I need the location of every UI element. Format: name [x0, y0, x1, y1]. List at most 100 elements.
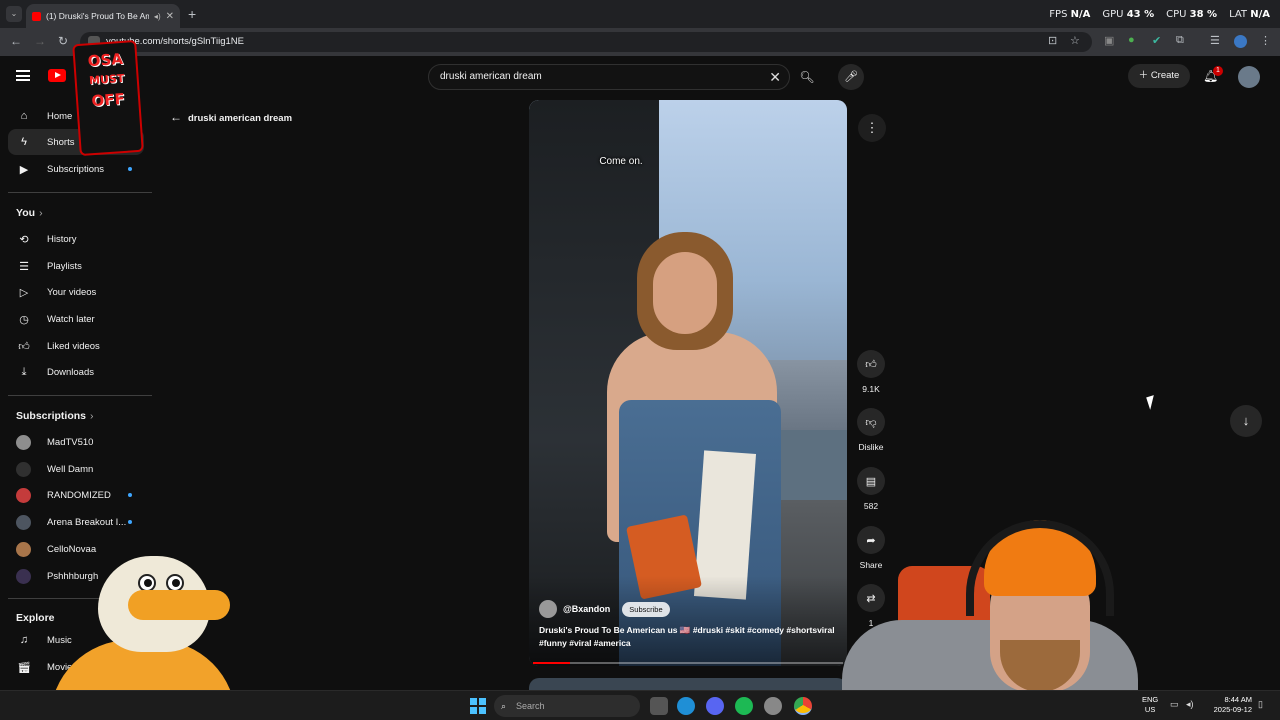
- sidebar-item-downloads[interactable]: ⤓ Downloads: [8, 359, 144, 385]
- search-input[interactable]: druski american dream ✕: [428, 64, 790, 90]
- next-video-button[interactable]: ↓: [1230, 405, 1262, 437]
- sidebar-item-liked-videos[interactable]: 👍︎ Liked videos: [8, 333, 144, 359]
- duck-pupil-left: [144, 579, 152, 587]
- search-button[interactable]: 🔍︎: [790, 64, 824, 90]
- extensions-puzzle-icon[interactable]: ⧉: [1176, 34, 1184, 47]
- media-controls-icon[interactable]: ☰: [1210, 34, 1220, 47]
- video-gradient: [529, 576, 847, 666]
- channel-handle[interactable]: @Bxandon: [563, 604, 610, 614]
- subscribe-button[interactable]: Subscribe: [622, 601, 670, 617]
- channel-avatar: [16, 514, 31, 530]
- more-options-button[interactable]: ⋮: [858, 114, 886, 142]
- channel-name: Arena Breakout I...: [47, 516, 127, 528]
- back-arrow-icon[interactable]: ←: [10, 34, 22, 48]
- browser-tab-active[interactable]: (1) Druski's Proud To Be Am ◂) ✕: [26, 4, 180, 28]
- sidebar-channel-madtv510[interactable]: MadTV510: [8, 429, 144, 455]
- bookmark-star-icon[interactable]: ☆: [1070, 34, 1080, 47]
- dislike-button[interactable]: 👎︎ Dislike: [855, 408, 887, 452]
- system-clock[interactable]: 8:44 AM 2025-09-12: [1208, 695, 1252, 715]
- subscriptions-heading[interactable]: Subscriptions ›: [16, 410, 94, 422]
- network-icon[interactable]: ▭: [1170, 699, 1179, 710]
- channel-name: CelloNovaa: [47, 543, 97, 555]
- audio-icon[interactable]: ◂): [154, 12, 161, 21]
- account-avatar[interactable]: [1238, 66, 1260, 88]
- reload-icon[interactable]: ↻: [58, 34, 68, 48]
- share-button[interactable]: ➦ Share: [855, 526, 887, 570]
- sidebar-item-label: Music: [47, 634, 72, 646]
- downloads-icon: ⤓: [21, 365, 27, 378]
- chrome-icon[interactable]: [794, 697, 812, 715]
- sidebar-item-label: Your videos: [47, 286, 97, 298]
- windows-start-icon[interactable]: [470, 698, 486, 714]
- comment-icon: ▤: [857, 467, 885, 495]
- chevron-right-icon: ›: [90, 410, 94, 422]
- channel-avatar: [16, 568, 31, 584]
- tab-search-button[interactable]: ⌄: [6, 6, 22, 22]
- sidebar-item-label: Liked videos: [47, 340, 100, 352]
- channel-name: Well Damn: [47, 463, 94, 475]
- steam-icon[interactable]: [764, 697, 782, 715]
- youtube-header: druski american dream ✕ 🔍︎ 🎤︎ ＋ Create 🔔…: [0, 56, 1280, 96]
- like-button[interactable]: 👍︎ 9.1K: [855, 350, 887, 394]
- playlists-icon: ☰: [19, 260, 29, 273]
- forward-arrow-icon[interactable]: →: [34, 34, 46, 48]
- sidebar-item-watch-later[interactable]: ◷ Watch later: [8, 306, 144, 332]
- url-field[interactable]: youtube.com/shorts/gSlnTiig1NE: [80, 32, 1092, 52]
- install-app-icon[interactable]: ⊡: [1048, 34, 1057, 47]
- extension-green-icon[interactable]: ●: [1128, 34, 1135, 46]
- taskbar-search[interactable]: ⌕ Search: [494, 695, 640, 717]
- sidebar-channel-well-damn[interactable]: Well Damn: [8, 456, 144, 482]
- next-short-preview[interactable]: [529, 678, 847, 690]
- volume-icon[interactable]: ◂): [1186, 699, 1194, 710]
- new-content-dot: [128, 493, 132, 497]
- video-description[interactable]: Druski's Proud To Be American us 🇺🇸 #dru…: [539, 624, 845, 650]
- music-icon: ♫: [19, 634, 29, 646]
- webcam-headphones: [966, 520, 1114, 616]
- youtube-logo-icon[interactable]: [48, 69, 66, 82]
- comment-count: 582: [863, 501, 879, 511]
- divider: [8, 395, 152, 396]
- notification-center-icon[interactable]: ▯: [1258, 699, 1263, 710]
- new-tab-button[interactable]: +: [188, 6, 196, 22]
- discord-icon[interactable]: [706, 697, 724, 715]
- new-content-dot: [128, 167, 132, 171]
- sidebar-item-label: Playlists: [47, 260, 82, 272]
- mic-icon: 🎤︎: [844, 71, 858, 83]
- windows-taskbar: ⌕ Search ENG US ▭ ◂) 8:44 AM 2025-09-12 …: [0, 690, 1280, 720]
- video-progress-bar[interactable]: [533, 662, 843, 664]
- sidebar-channel-cellonovaa[interactable]: CelloNovaa: [8, 536, 144, 562]
- short-video-player[interactable]: Come on. @Bxandon Subscribe Druski's Pro…: [529, 100, 847, 666]
- extension-teal-icon[interactable]: ✔: [1152, 34, 1161, 47]
- sidebar-item-your-videos[interactable]: ▷ Your videos: [8, 279, 144, 305]
- remix-button[interactable]: ⇄ 1: [855, 584, 887, 628]
- menu-hamburger-icon[interactable]: [16, 70, 30, 81]
- comments-button[interactable]: ▤ 582: [855, 467, 887, 511]
- taskbar-search-placeholder: Search: [516, 701, 545, 711]
- sidebar-item-history[interactable]: ⟲ History: [8, 226, 144, 252]
- tab-title: (1) Druski's Proud To Be Am: [46, 11, 149, 21]
- watch-later-icon: ◷: [19, 313, 29, 326]
- browser-menu-icon[interactable]: ⋮: [1260, 34, 1271, 47]
- edge-icon[interactable]: [677, 697, 695, 715]
- clear-search-icon[interactable]: ✕: [769, 65, 781, 89]
- channel-avatar[interactable]: [539, 600, 557, 618]
- remix-icon: ⇄: [857, 584, 885, 612]
- notification-badge: 1: [1213, 66, 1223, 76]
- task-view-icon[interactable]: [650, 697, 668, 715]
- extension-icon[interactable]: ▣: [1104, 34, 1114, 47]
- create-button[interactable]: ＋ Create: [1128, 64, 1190, 88]
- duck-overlay-beak: [128, 590, 230, 620]
- profile-avatar-icon[interactable]: [1234, 35, 1247, 48]
- language-indicator[interactable]: ENG US: [1142, 695, 1158, 715]
- sidebar-item-subscriptions[interactable]: ▶ Subscriptions: [8, 156, 144, 182]
- voice-search-button[interactable]: 🎤︎: [838, 64, 864, 90]
- back-to-results-link[interactable]: ← druski american dream: [170, 110, 292, 124]
- thumbs-up-icon: 👍︎: [857, 350, 885, 378]
- sidebar-channel-arena-breakout[interactable]: Arena Breakout I...: [8, 509, 144, 535]
- spotify-icon[interactable]: [735, 697, 753, 715]
- tab-close-icon[interactable]: ✕: [166, 11, 174, 22]
- video-progress-fill: [533, 662, 571, 664]
- sidebar-item-playlists[interactable]: ☰ Playlists: [8, 253, 144, 279]
- you-heading[interactable]: You ›: [16, 207, 43, 219]
- sidebar-channel-randomized[interactable]: RANDOMIZED: [8, 482, 144, 508]
